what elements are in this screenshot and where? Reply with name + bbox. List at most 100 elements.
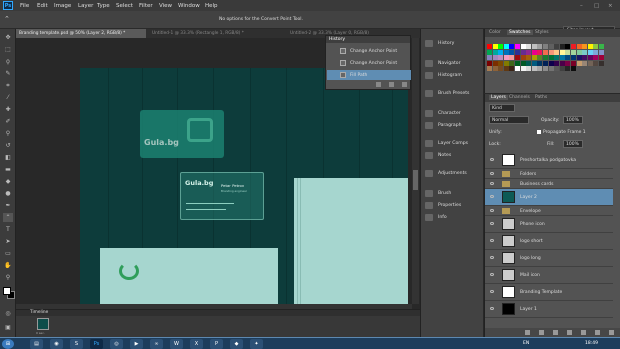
swatch[interactable] xyxy=(503,66,509,72)
swatch[interactable] xyxy=(492,55,498,61)
dock-properties[interactable]: Properties xyxy=(424,201,482,211)
swatch[interactable] xyxy=(514,49,520,55)
swatch[interactable] xyxy=(587,49,593,55)
healing-brush-icon[interactable]: ✚ xyxy=(3,105,13,114)
swatch[interactable] xyxy=(526,49,532,55)
swatch[interactable] xyxy=(548,49,554,55)
artboard[interactable]: Gula.bg Gula.bg Petar Petrov Branding en… xyxy=(80,68,408,305)
dock-notes[interactable]: Notes xyxy=(424,151,482,161)
layer-row[interactable]: Mail icon xyxy=(485,267,613,284)
swatch[interactable] xyxy=(559,44,565,49)
swatch[interactable] xyxy=(565,44,571,49)
swatch[interactable] xyxy=(565,55,571,61)
swatch[interactable] xyxy=(582,44,588,49)
visibility-eye-icon[interactable] xyxy=(490,222,494,225)
layer-row[interactable]: Layer 1 xyxy=(485,301,613,318)
swatch[interactable] xyxy=(503,60,509,66)
swatch[interactable] xyxy=(598,55,604,61)
pen-tool-icon[interactable]: ✒ xyxy=(3,201,13,210)
history-item[interactable]: Change Anchor Point xyxy=(327,58,411,68)
minimize-icon[interactable]: – xyxy=(580,3,583,9)
swatch[interactable] xyxy=(548,55,554,61)
swatch[interactable] xyxy=(570,49,576,55)
tab-color[interactable]: Color xyxy=(489,30,501,35)
swatch[interactable] xyxy=(598,49,604,55)
app-icon[interactable]: ◆ xyxy=(230,339,243,349)
ppt-icon[interactable]: P xyxy=(210,339,223,349)
swatch[interactable] xyxy=(554,44,560,49)
layer-row[interactable]: Preshortalka podgatovka xyxy=(485,152,613,169)
dock-character[interactable]: Character xyxy=(424,109,482,119)
dock-navigator[interactable]: Navigator xyxy=(424,59,482,69)
blend-mode-select[interactable]: Normal xyxy=(489,116,529,124)
swatch[interactable] xyxy=(554,66,560,72)
quick-mask-icon[interactable]: ◎ xyxy=(3,309,13,318)
swatch[interactable] xyxy=(498,60,504,66)
visibility-eye-icon[interactable] xyxy=(490,195,494,198)
swatch[interactable] xyxy=(570,55,576,61)
dock-histogram[interactable]: Histogram xyxy=(424,71,482,81)
swatch[interactable] xyxy=(509,55,515,61)
visibility-eye-icon[interactable] xyxy=(490,172,494,175)
menu-filter[interactable]: Filter xyxy=(139,3,153,9)
swatch[interactable] xyxy=(520,55,526,61)
swatch[interactable] xyxy=(509,49,515,55)
blur-tool-icon[interactable]: ◆ xyxy=(3,177,13,186)
swatch[interactable] xyxy=(537,66,543,72)
layer-group-row[interactable]: Business cards xyxy=(485,179,613,189)
swatch[interactable] xyxy=(548,60,554,66)
vertical-scrollbar-thumb[interactable] xyxy=(413,170,418,190)
swatch[interactable] xyxy=(531,66,537,72)
timeline-frame[interactable] xyxy=(37,318,49,330)
zoom-tool-icon[interactable]: ⚲ xyxy=(3,273,13,282)
fx-icon[interactable] xyxy=(539,330,544,335)
skype-icon[interactable]: S xyxy=(70,339,83,349)
swatch[interactable] xyxy=(509,60,515,66)
swatch[interactable] xyxy=(487,66,492,72)
adjustment-layer-icon[interactable] xyxy=(567,330,572,335)
swatch[interactable] xyxy=(587,55,593,61)
convert-point-tool-icon[interactable]: ⌃ xyxy=(3,213,13,222)
explorer-icon[interactable]: ▤ xyxy=(30,339,43,349)
swatch[interactable] xyxy=(570,66,576,72)
propagate-checkbox[interactable] xyxy=(537,130,541,134)
swatch[interactable] xyxy=(554,49,560,55)
mask-icon[interactable] xyxy=(553,330,558,335)
layer-row[interactable]: Layer 2 xyxy=(485,189,613,206)
dock-brush-presets[interactable]: Brush Presets xyxy=(424,89,482,99)
swatch[interactable] xyxy=(487,44,492,49)
swatch[interactable] xyxy=(565,49,571,55)
history-brush-icon[interactable]: ↺ xyxy=(3,141,13,150)
swatch[interactable] xyxy=(598,60,604,66)
dock-paragraph[interactable]: Paragraph xyxy=(424,121,482,131)
swatch[interactable] xyxy=(559,55,565,61)
layer-row[interactable]: Phone icon xyxy=(485,216,613,233)
swatch[interactable] xyxy=(531,49,537,55)
swatch[interactable] xyxy=(498,66,504,72)
trash-icon[interactable] xyxy=(609,330,614,335)
word-icon[interactable]: W xyxy=(170,339,183,349)
swatch[interactable] xyxy=(542,49,548,55)
crop-tool-icon[interactable]: ⌗ xyxy=(3,81,13,90)
swatch[interactable] xyxy=(587,60,593,66)
convert-point-tool-icon[interactable]: ⌃ xyxy=(4,15,13,24)
app2-icon[interactable]: ✦ xyxy=(250,339,263,349)
swatch[interactable] xyxy=(498,55,504,61)
swatch[interactable] xyxy=(526,44,532,49)
maximize-icon[interactable]: □ xyxy=(594,3,599,9)
swatch[interactable] xyxy=(531,60,537,66)
swatch[interactable] xyxy=(492,49,498,55)
menu-edit[interactable]: Edit xyxy=(37,3,48,9)
move-tool-icon[interactable]: ✥ xyxy=(3,33,13,42)
eyedropper-tool-icon[interactable]: ⁄ xyxy=(3,93,13,102)
layer-group-row[interactable]: Folders xyxy=(485,169,613,179)
business-card-front[interactable]: Gula.bg xyxy=(140,110,224,158)
type-tool-icon[interactable]: T xyxy=(3,225,13,234)
swatch[interactable] xyxy=(514,44,520,49)
menu-select[interactable]: Select xyxy=(116,3,133,9)
dock-brush[interactable]: Brush xyxy=(424,189,482,199)
swatch[interactable] xyxy=(537,44,543,49)
new-group-icon[interactable] xyxy=(581,330,586,335)
clock[interactable]: 18:49 xyxy=(585,341,598,346)
swatch[interactable] xyxy=(537,60,543,66)
